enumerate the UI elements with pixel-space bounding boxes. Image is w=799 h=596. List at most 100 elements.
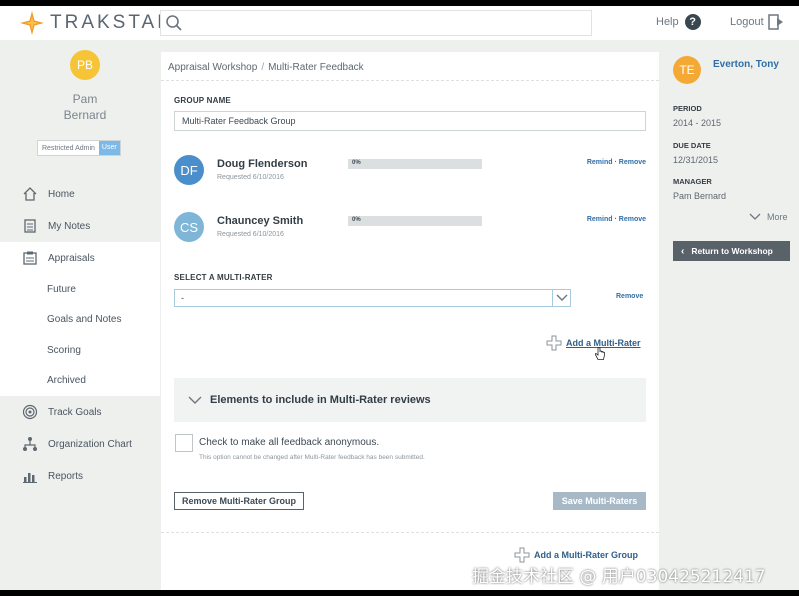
role-label: Restricted Admin: [42, 144, 95, 152]
period-value: 2014 - 2015: [673, 118, 722, 128]
accordion-title: Elements to include in Multi-Rater revie…: [210, 394, 431, 406]
remove-link[interactable]: Remove: [619, 216, 646, 223]
employee-avatar[interactable]: TE: [673, 56, 701, 84]
user-first-name: Pam: [72, 92, 98, 106]
sidebar-item-track-goals[interactable]: Track Goals: [0, 396, 160, 428]
employee-panel: TE Everton, Tony PERIOD 2014 - 2015 DUE …: [663, 52, 799, 590]
appraisals-icon: [21, 249, 39, 267]
watermark: 掘金技术社区 @ 用户030425212417: [472, 567, 766, 587]
sidebar-item-label: Appraisals: [48, 252, 95, 264]
sidebar-item-label: My Notes: [48, 220, 91, 232]
sidebar-subitem-archived[interactable]: Archived: [0, 366, 160, 397]
rater-avatar[interactable]: CS: [174, 212, 204, 242]
role-switcher[interactable]: Restricted Admin User: [37, 140, 121, 156]
remove-multi-rater-group-button[interactable]: Remove Multi-Rater Group: [174, 492, 305, 510]
chevron-down-icon: [188, 396, 202, 404]
main-panel: Appraisal Workshop / Multi-Rater Feedback …: [161, 52, 659, 590]
sidebar-item-home[interactable]: Home: [0, 178, 160, 210]
anonymous-note: This option cannot be changed after Mult…: [199, 454, 425, 461]
rater-name: Chauncey Smith: [217, 215, 304, 227]
remind-link[interactable]: Remind: [587, 159, 613, 166]
rater-progress-bar: 0%: [348, 216, 482, 226]
sidebar-item-label: Home: [48, 188, 75, 200]
logout-icon: [767, 14, 783, 30]
select-remove-link[interactable]: Remove: [616, 293, 643, 300]
logout-label: Logout: [730, 16, 764, 28]
search-icon: [166, 15, 182, 31]
trakstar-star-icon: [20, 11, 44, 35]
help-label: Help: [656, 16, 679, 28]
sidebar-subitem-scoring[interactable]: Scoring: [0, 335, 160, 366]
search-input[interactable]: [160, 10, 592, 36]
target-icon: [21, 403, 39, 421]
help-link[interactable]: Help ?: [656, 14, 701, 30]
elements-accordion[interactable]: Elements to include in Multi-Rater revie…: [174, 378, 646, 422]
main-nav: Home My Notes Appraisals Future Goals an…: [0, 178, 160, 492]
appraisals-submenu: Future Goals and Notes Scoring Archived: [0, 274, 160, 396]
chevron-down-icon: [749, 213, 761, 220]
plus-icon: [514, 547, 530, 563]
rater-progress-text: 0%: [352, 217, 361, 223]
return-to-workshop-button[interactable]: ‹ Return to Workshop: [673, 241, 790, 261]
sidebar-item-appraisals[interactable]: Appraisals: [0, 242, 160, 274]
multi-rater-select[interactable]: -: [174, 289, 571, 307]
reports-icon: [21, 467, 39, 485]
anonymous-checkbox[interactable]: [175, 434, 193, 452]
manager-value: Pam Bernard: [673, 191, 727, 201]
rater-avatar[interactable]: DF: [174, 155, 204, 185]
sidebar-item-label: Organization Chart: [48, 438, 132, 450]
sidebar-subitem-goals-and-notes[interactable]: Goals and Notes: [0, 305, 160, 336]
brand-name: TRAKSTAR: [50, 12, 174, 33]
manager-label: MANAGER: [673, 177, 712, 186]
rater-row: DF Doug Flenderson Requested 6/10/2016 0…: [174, 155, 646, 189]
sidebar-item-label: Reports: [48, 470, 84, 482]
rater-progress-bar: 0%: [348, 159, 482, 169]
rater-requested-date: Requested 6/10/2016: [217, 231, 284, 238]
app-window: TRAKSTAR Help ? Logout PB Pam Bernard Re…: [0, 6, 799, 590]
period-label: PERIOD: [673, 104, 702, 113]
notes-icon: [21, 217, 39, 235]
more-toggle[interactable]: More: [749, 212, 788, 222]
sidebar-subitem-future[interactable]: Future: [0, 274, 160, 305]
remove-link[interactable]: Remove: [619, 159, 646, 166]
breadcrumb-current: Multi-Rater Feedback: [268, 62, 364, 73]
more-label: More: [767, 212, 788, 222]
rater-name: Doug Flenderson: [217, 158, 308, 170]
help-icon: ?: [684, 14, 701, 30]
group-name-label: GROUP NAME: [174, 96, 231, 105]
breadcrumb: Appraisal Workshop / Multi-Rater Feedback: [168, 62, 364, 73]
return-label: Return to Workshop: [691, 246, 773, 256]
sidebar-item-reports[interactable]: Reports: [0, 460, 160, 492]
rater-row: CS Chauncey Smith Requested 6/10/2016 0%…: [174, 212, 646, 246]
due-date-value: 12/31/2015: [673, 155, 719, 165]
group-name-input[interactable]: [174, 111, 646, 131]
select-multi-rater-label: SELECT A MULTI-RATER: [174, 273, 273, 282]
add-multi-rater-group-link[interactable]: Add a Multi-Rater Group: [514, 547, 638, 563]
chevron-down-icon[interactable]: [552, 290, 570, 306]
user-last-name: Bernard: [63, 108, 107, 122]
sidebar-item-organization-chart[interactable]: Organization Chart: [0, 428, 160, 460]
home-icon: [21, 185, 39, 203]
divider: [161, 532, 659, 533]
sidebar-item-label: Track Goals: [48, 406, 102, 418]
org-chart-icon: [21, 435, 39, 453]
breadcrumb-separator: /: [261, 62, 265, 73]
logout-link[interactable]: Logout: [730, 14, 784, 30]
user-name: Pam Bernard: [30, 91, 140, 123]
role-badge[interactable]: User: [98, 141, 120, 155]
chevron-left-icon: ‹: [681, 245, 685, 257]
trakstar-logo[interactable]: TRAKSTAR: [20, 11, 174, 35]
add-multi-rater-group-label: Add a Multi-Rater Group: [534, 550, 638, 560]
top-bar: TRAKSTAR Help ? Logout: [0, 6, 799, 40]
rater-actions: Remind · Remove: [587, 159, 646, 166]
remind-link[interactable]: Remind: [587, 216, 613, 223]
divider: [161, 80, 659, 81]
employee-name[interactable]: Everton, Tony: [713, 59, 779, 70]
breadcrumb-appraisal-workshop[interactable]: Appraisal Workshop: [168, 62, 257, 73]
rater-actions: Remind · Remove: [587, 216, 646, 223]
select-value: -: [181, 293, 184, 303]
sidebar-item-my-notes[interactable]: My Notes: [0, 210, 160, 242]
anonymous-label: Check to make all feedback anonymous.: [199, 437, 380, 448]
save-multi-raters-button[interactable]: Save Multi-Raters: [553, 492, 646, 510]
user-avatar[interactable]: PB: [70, 50, 100, 80]
